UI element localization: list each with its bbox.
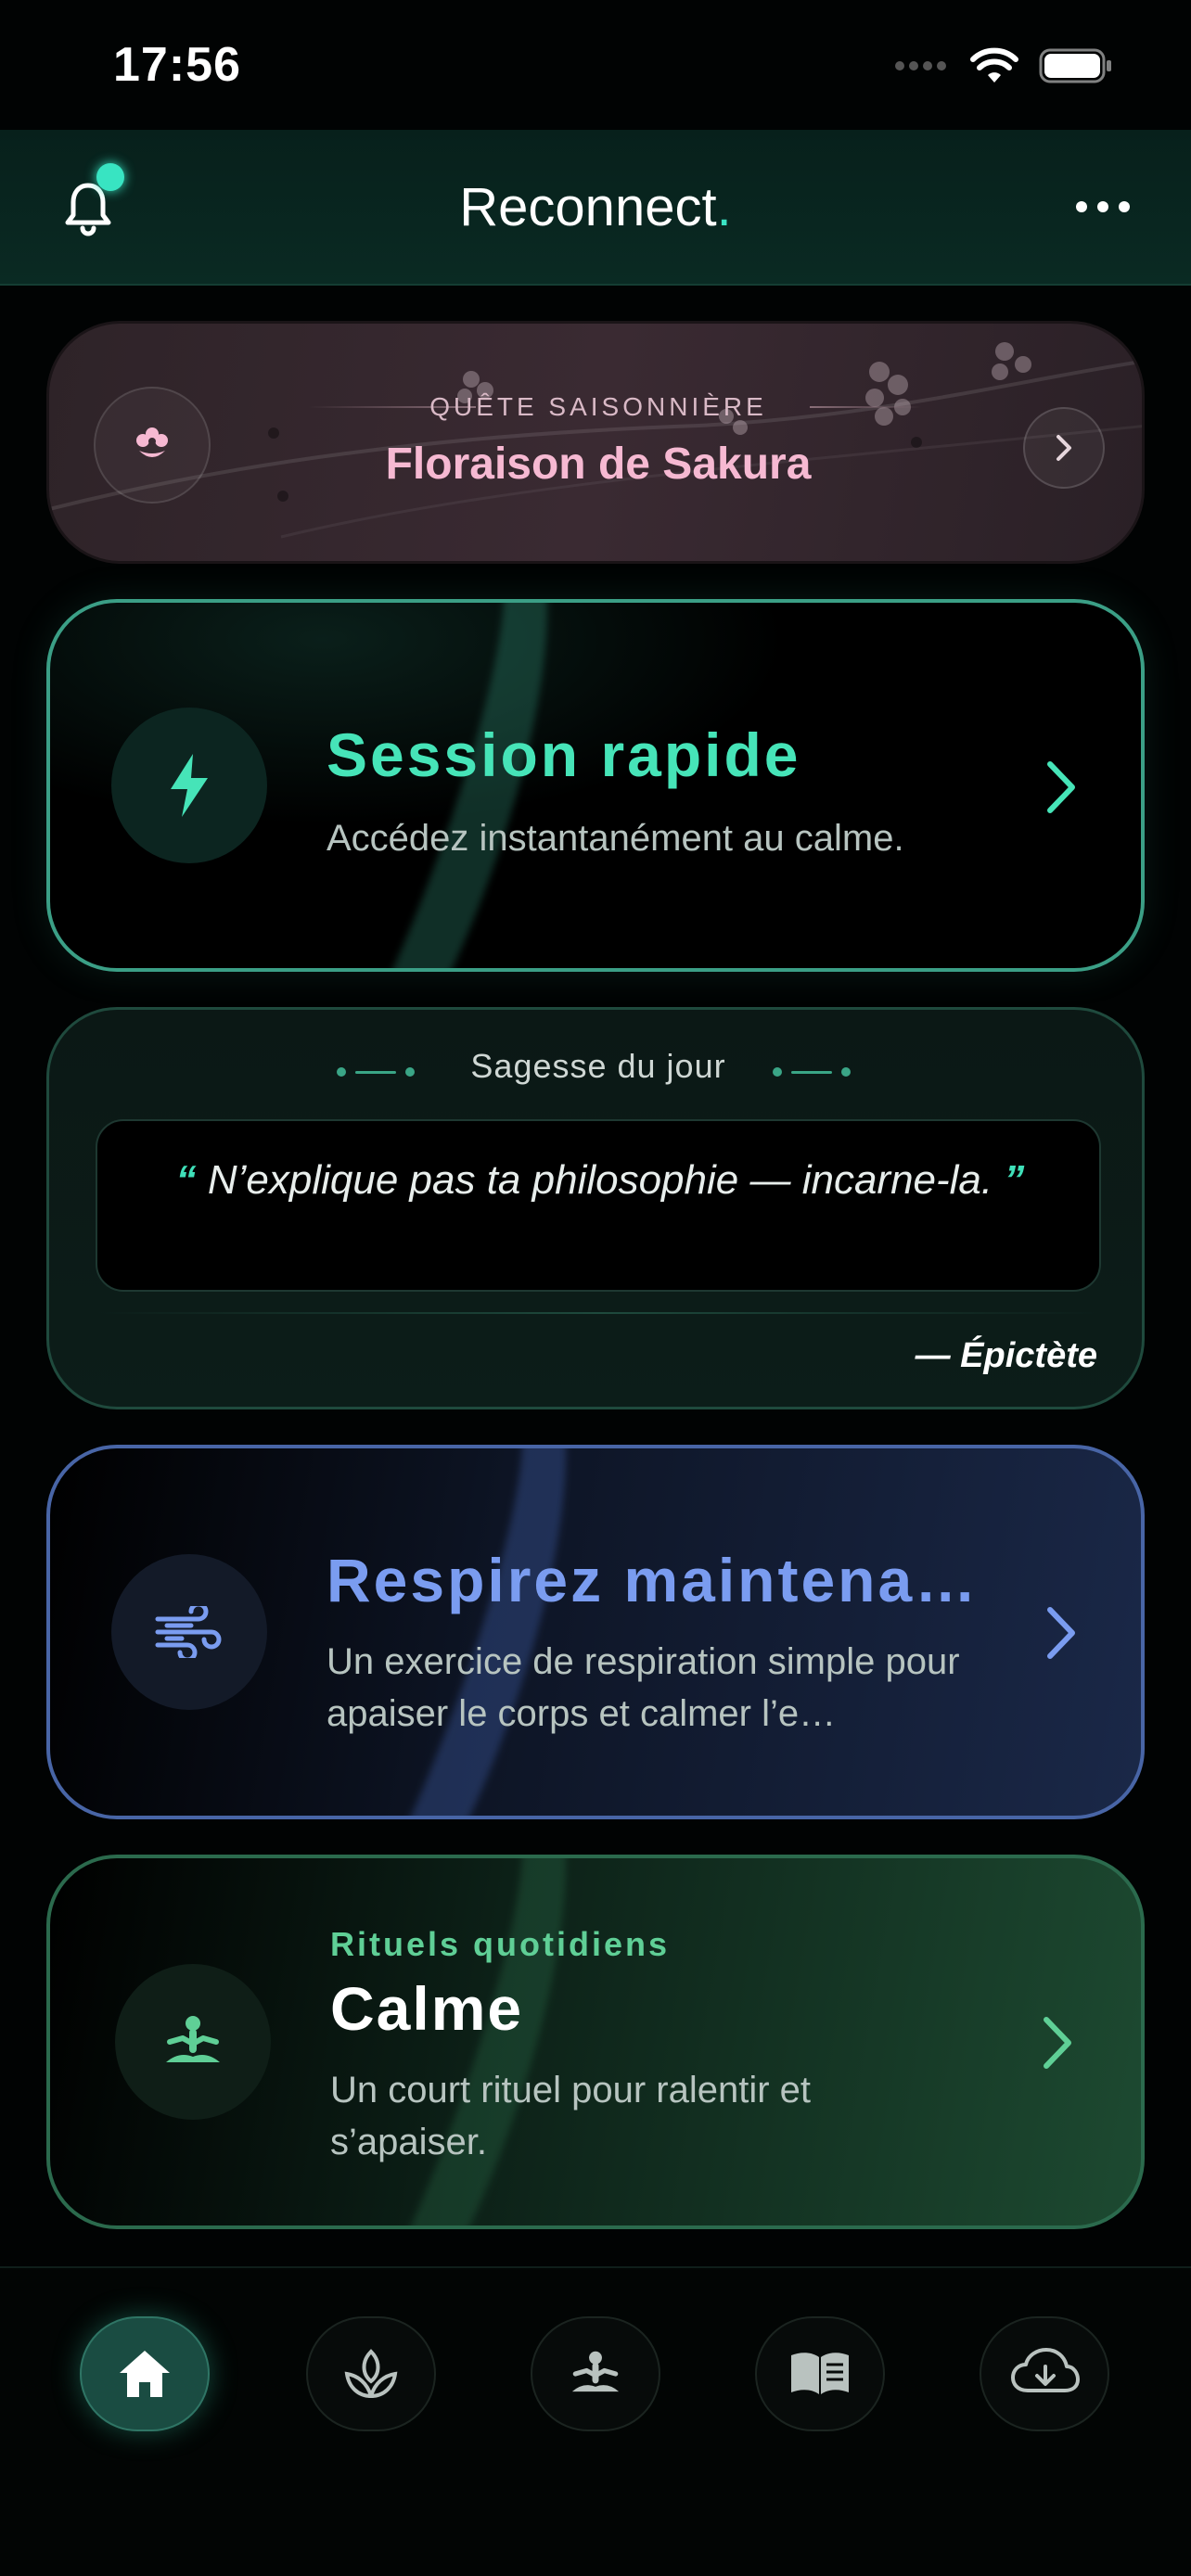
app-title: Reconnect. [0,176,1191,238]
status-indicators [894,45,1113,87]
tab-growth[interactable] [306,2316,436,2431]
meditation-icon [571,2351,620,2392]
tab-downloads[interactable] [980,2316,1109,2431]
daily-ritual-card[interactable]: Rituels quotidiens Calme Un court rituel… [46,1855,1145,2229]
wind-icon [155,1606,222,1658]
quote-box: “ N’explique pas ta philosophie — incarn… [96,1119,1101,1292]
ritual-icon-circle [115,1964,271,2120]
cloud-download-icon [1011,2348,1080,2392]
quest-eyebrow: QUÊTE SAISONNIÈRE [429,392,767,421]
app-title-dot: . [716,177,732,237]
wisdom-decoration-right [773,1067,851,1077]
breathe-subtitle: Un exercice de respiration simple pour a… [327,1641,960,1734]
breathe-title: Respirez maintena… [327,1546,980,1614]
quest-open-button[interactable] [1023,407,1105,489]
quote-close-mark: ” [1004,1157,1025,1203]
breathe-icon-circle [111,1554,267,1710]
book-icon [791,2353,849,2394]
tab-library[interactable] [755,2316,885,2431]
signal-icon [895,61,946,70]
session-title: Session rapide [327,721,801,789]
battery-icon [1039,48,1111,83]
tab-home[interactable] [80,2316,210,2431]
tab-meditation[interactable] [531,2316,660,2431]
home-icon [120,2351,170,2397]
chevron-right-icon [1047,761,1075,813]
bolt-icon [171,754,208,817]
divider [96,1312,1101,1314]
sprout-icon [344,2349,398,2399]
app-screen: 17:56 Reconnect. QUÊTE SAISONNIÈRE Flora… [0,0,1191,2576]
ritual-title: Calme [330,1974,524,2043]
more-options-icon[interactable] [1070,193,1135,221]
session-icon-circle [111,708,267,863]
wifi-icon [970,47,1018,83]
daily-wisdom-card: Sagesse du jour “ N’explique pas ta phil… [46,1007,1145,1409]
quick-session-card[interactable]: Session rapide Accédez instantanément au… [46,599,1145,972]
chevron-right-icon [1047,1607,1075,1659]
quest-title: Floraison de Sakura [385,440,812,489]
ritual-subtitle: Un court rituel pour ralentir et s’apais… [330,2070,812,2162]
seasonal-quest-banner[interactable]: QUÊTE SAISONNIÈRE Floraison de Sakura [46,321,1145,564]
app-title-text: Reconnect [459,177,717,237]
chevron-right-icon [1057,435,1071,461]
session-subtitle: Accédez instantanément au calme. [327,818,904,859]
chevron-right-icon [1044,2017,1071,2069]
status-time: 17:56 [113,38,241,92]
quote: “ N’explique pas ta philosophie — incarn… [153,1153,1047,1208]
ritual-eyebrow: Rituels quotidiens [330,1925,671,1963]
tab-bar [0,2266,1191,2576]
notification-badge [96,163,124,191]
meditation-icon [166,2016,220,2062]
wisdom-header: Sagesse du jour [470,1047,726,1085]
quote-author: — Épictète [915,1336,1097,1375]
quote-text: N’explique pas ta philosophie — incarne-… [207,1157,993,1203]
app-header: Reconnect. [0,130,1191,286]
breathe-now-card[interactable]: Respirez maintena… Un exercice de respir… [46,1445,1145,1819]
status-bar: 17:56 [0,0,1191,130]
quote-open-mark: “ [175,1157,197,1203]
